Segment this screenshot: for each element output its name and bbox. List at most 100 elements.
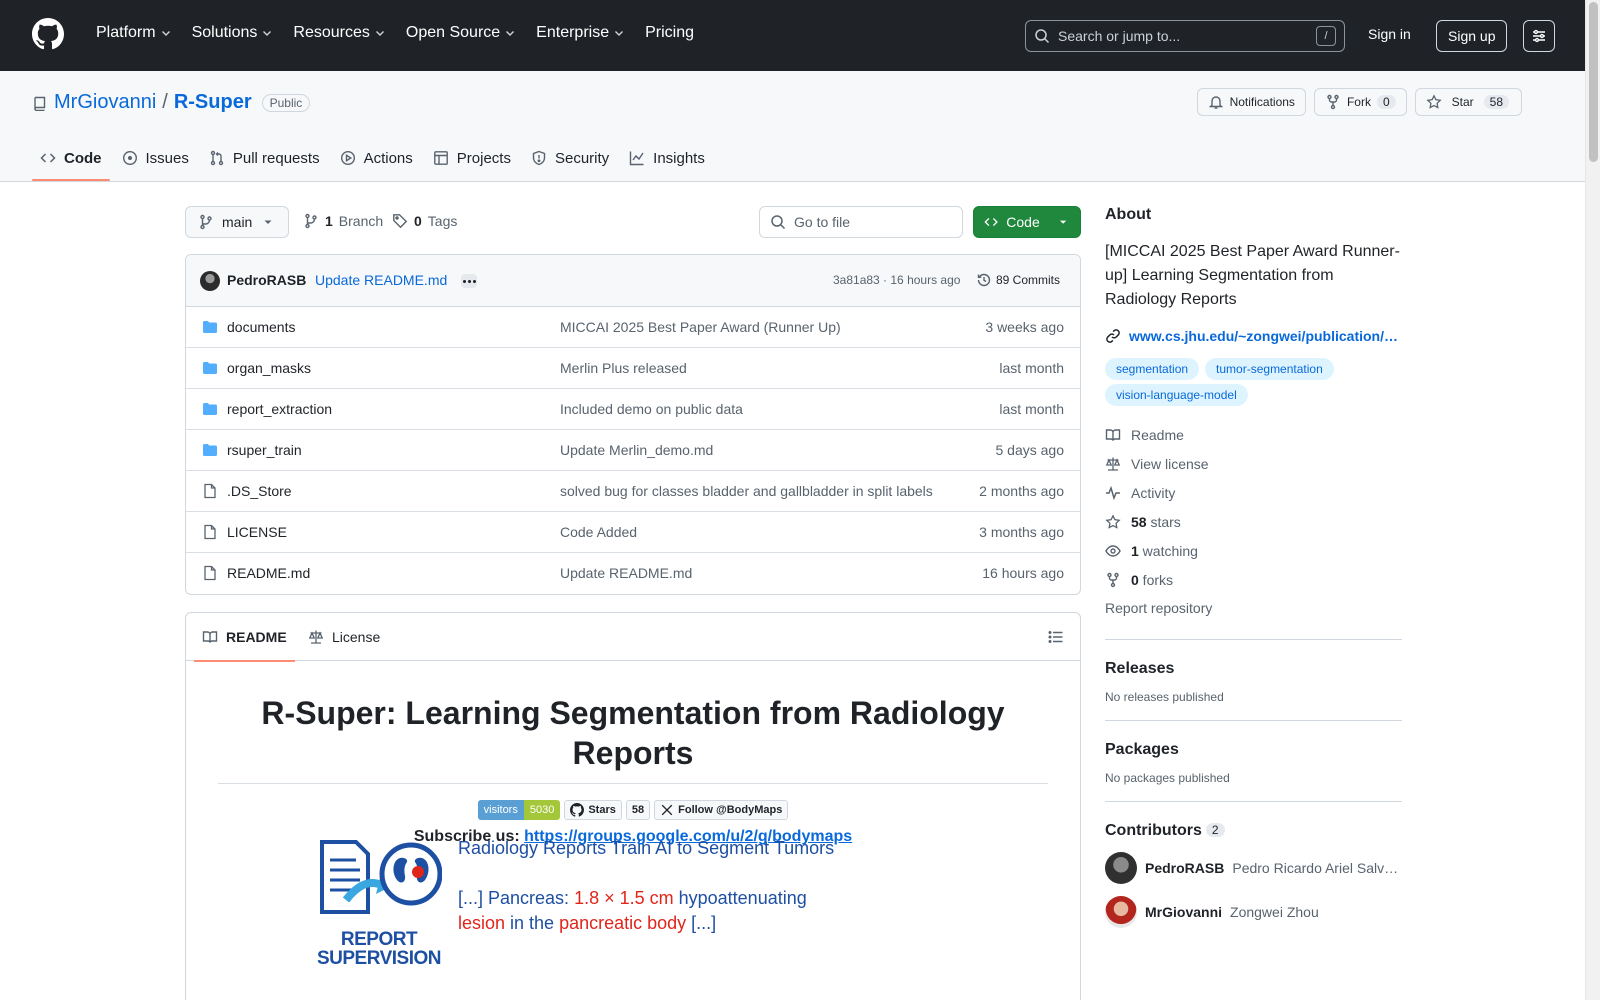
file-commit-message-link[interactable]: Update README.md (560, 565, 692, 581)
search-input[interactable]: Search or jump to... / (1025, 20, 1345, 52)
file-name-link[interactable]: documents (227, 319, 295, 335)
commit-message-link[interactable]: Update README.md (315, 272, 447, 288)
nav-platform[interactable]: Platform (88, 22, 180, 44)
tab-insights[interactable]: Insights (621, 135, 713, 181)
file-row[interactable]: .DS_Store solved bug for classes bladder … (186, 471, 1080, 512)
homepage-link[interactable]: www.cs.jhu.edu/~zongwei/publication/… (1105, 328, 1402, 344)
file-row[interactable]: rsuper_train Update Merlin_demo.md 5 days … (186, 430, 1080, 471)
page-scrollbar[interactable] (1585, 0, 1600, 1000)
follow-badge[interactable]: Follow @BodyMaps (654, 800, 789, 820)
file-name-link[interactable]: rsuper_train (227, 442, 302, 458)
file-commit-age: 3 weeks ago (985, 319, 1064, 335)
branches-link[interactable]: 1 Branch (303, 213, 383, 229)
repo-title: MrGiovanni / R-Super Public (32, 91, 311, 114)
topic-tag[interactable]: tumor-segmentation (1205, 358, 1334, 380)
file-commit-message-link[interactable]: MICCAI 2025 Best Paper Award (Runner Up) (560, 319, 841, 335)
branches-count: 1 (325, 213, 333, 229)
tab-issues[interactable]: Issues (114, 135, 197, 181)
contributor-item[interactable]: MrGiovanni Zongwei Zhou (1105, 896, 1402, 928)
topic-tag[interactable]: vision-language-model (1105, 384, 1248, 406)
tab-security[interactable]: Security (523, 135, 617, 181)
file-commit-message-link[interactable]: Merlin Plus released (560, 360, 687, 376)
repo-name-link[interactable]: R-Super (174, 91, 252, 114)
topic-tag[interactable]: segmentation (1105, 358, 1200, 380)
tab-pull-requests[interactable]: Pull requests (201, 135, 328, 181)
license-link[interactable]: View license (1105, 449, 1402, 478)
nav-resources[interactable]: Resources (285, 22, 393, 44)
file-icon (204, 565, 216, 581)
table-icon (433, 151, 448, 165)
file-row[interactable]: documents MICCAI 2025 Best Paper Award (R… (186, 307, 1080, 348)
file-name-link[interactable]: report_extraction (227, 401, 332, 417)
badges-row: visitors 5030 Stars 58 Follow @BodyMaps (218, 800, 1048, 820)
tab-actions[interactable]: Actions (332, 135, 421, 181)
fork-button[interactable]: Fork 0 (1313, 88, 1407, 116)
file-commit-message-link[interactable]: solved bug for classes bladder and gallb… (560, 483, 933, 499)
contributors-heading[interactable]: Contributors 2 (1105, 822, 1402, 840)
history-icon (977, 273, 991, 287)
scrollbar-thumb[interactable] (1589, 2, 1598, 162)
stars-count-badge[interactable]: 58 (625, 800, 651, 820)
report-repository-link[interactable]: Report repository (1105, 594, 1402, 623)
avatar[interactable] (1105, 896, 1137, 928)
file-name-link[interactable]: .DS_Store (227, 483, 292, 499)
book-icon (202, 631, 218, 643)
sign-in-link[interactable]: Sign in (1368, 26, 1411, 42)
branch-select-button[interactable]: main (185, 206, 290, 238)
releases-empty-text: No releases published (1105, 690, 1224, 704)
file-name-link[interactable]: LICENSE (227, 524, 287, 540)
tab-code[interactable]: Code (32, 135, 110, 181)
pulse-icon (1106, 485, 1120, 500)
file-name-link[interactable]: README.md (227, 565, 310, 581)
law-scale-icon (1105, 457, 1121, 471)
notifications-button[interactable]: Notifications (1196, 88, 1306, 116)
repo-owner-link[interactable]: MrGiovanni (54, 91, 156, 114)
releases-heading[interactable]: Releases (1105, 660, 1402, 678)
tags-link[interactable]: 0 Tags (392, 213, 457, 229)
star-button[interactable]: Star 58 (1414, 88, 1522, 116)
stars-link[interactable]: 58 stars (1105, 507, 1402, 536)
visitors-badge[interactable]: visitors 5030 (477, 800, 561, 820)
star-icon (1105, 513, 1121, 529)
caret-down-icon (264, 220, 272, 224)
file-row[interactable]: LICENSE Code Added 3 months ago (186, 512, 1080, 553)
avatar[interactable] (1105, 852, 1137, 884)
topics-list: segmentation tumor-segmentation vision-l… (1105, 358, 1355, 406)
activity-link[interactable]: Activity (1105, 478, 1402, 507)
file-row[interactable]: README.md Update README.md 16 hours ago (186, 553, 1080, 594)
file-commit-message-link[interactable]: Code Added (560, 524, 637, 540)
tab-readme[interactable]: README (194, 613, 295, 662)
menu-button[interactable] (1523, 20, 1555, 52)
commits-history-link[interactable]: 89 Commits (976, 272, 1060, 288)
sign-up-button[interactable]: Sign up (1436, 20, 1508, 52)
file-name-link[interactable]: organ_masks (227, 360, 311, 376)
commit-author-link[interactable]: PedroRASB (227, 272, 306, 288)
nav-solutions[interactable]: Solutions (184, 22, 282, 44)
avatar[interactable] (200, 271, 220, 291)
file-commit-age: 5 days ago (995, 442, 1065, 458)
commit-hash-time[interactable]: 3a81a83 · 16 hours ago (833, 273, 960, 287)
nav-enterprise[interactable]: Enterprise (528, 22, 633, 44)
nav-open-source[interactable]: Open Source (398, 22, 524, 44)
commit-details-toggle[interactable] (461, 274, 477, 288)
go-to-file-input[interactable]: Go to file (759, 206, 963, 238)
repo-header: MrGiovanni / R-Super Public Notification… (0, 71, 1585, 182)
forks-link[interactable]: 0 forks (1105, 565, 1402, 594)
file-row[interactable]: report_extraction Included demo on public… (186, 389, 1080, 430)
github-stars-badge[interactable]: Stars (564, 800, 622, 820)
list-outline-icon[interactable] (1048, 629, 1064, 645)
readme-link[interactable]: Readme (1105, 420, 1402, 449)
file-commit-message-link[interactable]: Included demo on public data (560, 401, 743, 417)
tab-license[interactable]: License (300, 613, 388, 661)
packages-heading[interactable]: Packages (1105, 741, 1402, 759)
contributors-section: Contributors 2 PedroRASB Pedro Ricardo Ar… (1105, 801, 1402, 928)
code-dropdown-button[interactable]: Code (973, 206, 1081, 238)
contributor-item[interactable]: PedroRASB Pedro Ricardo Ariel Salv… (1105, 852, 1402, 884)
watchers-link[interactable]: 1 watching (1105, 536, 1402, 565)
file-commit-message-link[interactable]: Update Merlin_demo.md (560, 442, 713, 458)
file-row[interactable]: organ_masks Merlin Plus released last mont… (186, 348, 1080, 389)
github-logo-icon[interactable] (32, 18, 64, 50)
star-icon (1426, 94, 1442, 109)
nav-pricing[interactable]: Pricing (637, 22, 702, 44)
tab-projects[interactable]: Projects (425, 135, 519, 181)
